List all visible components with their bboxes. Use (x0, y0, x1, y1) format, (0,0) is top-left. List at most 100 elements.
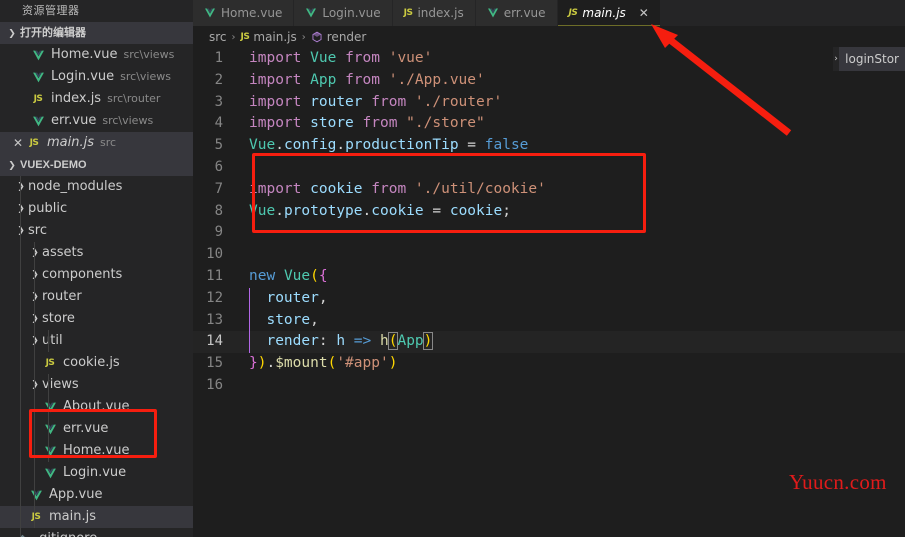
breadcrumb-item-file[interactable]: main.js (253, 30, 296, 44)
vue-icon (30, 47, 46, 63)
tree-item-router[interactable]: ❯ router (0, 286, 193, 308)
tree-item-err-vue[interactable]: err.vue (0, 418, 193, 440)
line-content: store, (249, 309, 905, 332)
tab-label: Login.vue (322, 6, 381, 20)
tab-Home-vue[interactable]: Home.vue (193, 0, 295, 26)
open-editor-path: src\router (107, 92, 161, 105)
chevron-right-icon: › (301, 31, 306, 43)
tree-item-gitignore[interactable]: .gitignore (0, 528, 193, 537)
open-editor-item[interactable]: err.vue src\views (0, 110, 193, 132)
open-editors-section-header[interactable]: ❯ 打开的编辑器 (0, 22, 193, 44)
js-icon: JS (240, 32, 250, 42)
tree-item-store[interactable]: ❯ store (0, 308, 193, 330)
code-line: 7 import cookie from './util/cookie' (193, 179, 905, 201)
code-editor[interactable]: 1 import Vue from 'vue' 2 import App fro… (193, 48, 905, 537)
tree-item-util[interactable]: ❯ util (0, 330, 193, 352)
breadcrumb-item-src[interactable]: src (209, 30, 227, 44)
tree-item-assets[interactable]: ❯ assets (0, 242, 193, 264)
vscode-window: 资源管理器 ❯ 打开的编辑器 Home.vue src\views Login.… (0, 0, 905, 537)
line-number: 11 (206, 267, 223, 284)
code-line: 13 store, (193, 309, 905, 332)
debug-variables-panel[interactable]: › loginStor (833, 47, 905, 71)
tree-item-label: .gitignore (35, 528, 97, 537)
open-editor-name: main.js (47, 135, 94, 150)
project-section-header[interactable]: ❯ VUEX-DEMO (0, 154, 193, 176)
breadcrumb-item-symbol[interactable]: render (327, 30, 367, 44)
variable-name: loginStor (839, 47, 905, 71)
tree-item-src[interactable]: ❯ src (0, 220, 193, 242)
git-icon (14, 531, 30, 537)
code-line: 1 import Vue from 'vue' (193, 48, 905, 70)
line-content: import cookie from './util/cookie' (249, 180, 546, 197)
tab-label: err.vue (503, 6, 546, 20)
explorer-title: 资源管理器 (22, 4, 80, 17)
tree-item-About-vue[interactable]: About.vue (0, 396, 193, 418)
tab-main-js[interactable]: JS main.js ✕ (557, 0, 661, 26)
tab-bar-filler (660, 0, 905, 26)
method-icon (311, 31, 323, 43)
chevron-down-icon: ❯ (8, 28, 16, 38)
tab-err-vue[interactable]: err.vue (475, 0, 558, 26)
tab-index-js[interactable]: JS index.js (392, 0, 476, 26)
line-number: 4 (214, 115, 223, 132)
tree-item-label: err.vue (63, 421, 109, 436)
line-content: new Vue({ (249, 267, 328, 284)
open-editor-name: Login.vue (51, 69, 115, 84)
chevron-right-icon: › (231, 31, 236, 43)
open-editor-item[interactable]: Home.vue src\views (0, 44, 193, 66)
line-content: }).$mount('#app') (249, 355, 398, 372)
tree-item-components[interactable]: ❯ components (0, 264, 193, 286)
indent-guide (48, 374, 49, 462)
tab-Login-vue[interactable]: Login.vue (294, 0, 393, 26)
tree-item-label: util (42, 333, 63, 348)
tree-item-cookie-js[interactable]: JS cookie.js (0, 352, 193, 374)
tree-item-label: src (28, 223, 47, 238)
code-line: 12 router, (193, 287, 905, 310)
tree-item-App-vue[interactable]: App.vue (0, 484, 193, 506)
tab-label: Home.vue (221, 6, 283, 20)
tree-item-label: Home.vue (63, 443, 130, 458)
line-number: 15 (206, 355, 223, 372)
tree-item-Login-vue[interactable]: Login.vue (0, 462, 193, 484)
close-icon[interactable]: ✕ (639, 7, 649, 19)
tree-item-views[interactable]: ❯ views (0, 374, 193, 396)
code-line: 6 (193, 157, 905, 179)
file-tree: ❯ node_modules ❯ public ❯ src ❯ assets ❯… (0, 176, 193, 537)
line-number: 9 (214, 224, 223, 241)
indent-guide (20, 176, 21, 537)
vue-icon (487, 7, 499, 19)
vue-icon (28, 487, 44, 503)
editor-area: Home.vue Login.vue JS index.js err.vue J… (193, 0, 905, 537)
open-editor-path: src\views (102, 114, 154, 127)
open-editor-item-active[interactable]: ✕ JS main.js src (0, 132, 193, 154)
project-name: VUEX-DEMO (20, 159, 87, 171)
code-line: 15 }).$mount('#app') (193, 353, 905, 375)
code-line: 16 (193, 375, 905, 397)
tree-item-main-js[interactable]: JS main.js (0, 506, 193, 528)
line-content: import App from './App.vue' (249, 71, 485, 88)
tree-item-label: store (42, 311, 75, 326)
line-content: import router from './router' (249, 93, 503, 110)
close-icon[interactable]: ✕ (10, 132, 26, 154)
tree-item-label: Login.vue (63, 465, 127, 480)
chevron-down-icon: ❯ (8, 160, 16, 170)
chevron-right-icon: ❯ (14, 176, 28, 198)
open-editor-item[interactable]: Login.vue src\views (0, 66, 193, 88)
line-number: 5 (214, 137, 223, 154)
chevron-right-icon: ❯ (28, 286, 42, 308)
code-line: 3 import router from './router' (193, 92, 905, 114)
tab-label: main.js (582, 6, 626, 20)
editor-scrollbar[interactable] (891, 96, 905, 537)
open-editor-item[interactable]: JS index.js src\router (0, 88, 193, 110)
tree-item-Home-vue[interactable]: Home.vue (0, 440, 193, 462)
code-line-current: 14 render: h => h(App) (193, 331, 905, 354)
tree-item-node_modules[interactable]: ❯ node_modules (0, 176, 193, 198)
line-number: 10 (206, 246, 223, 263)
tree-item-label: node_modules (28, 179, 123, 194)
vue-icon (204, 7, 216, 19)
open-editor-path: src\views (120, 70, 171, 83)
js-icon: JS (568, 8, 578, 18)
open-editors-label: 打开的编辑器 (20, 27, 86, 39)
tree-item-public[interactable]: ❯ public (0, 198, 193, 220)
js-icon: JS (29, 138, 39, 148)
